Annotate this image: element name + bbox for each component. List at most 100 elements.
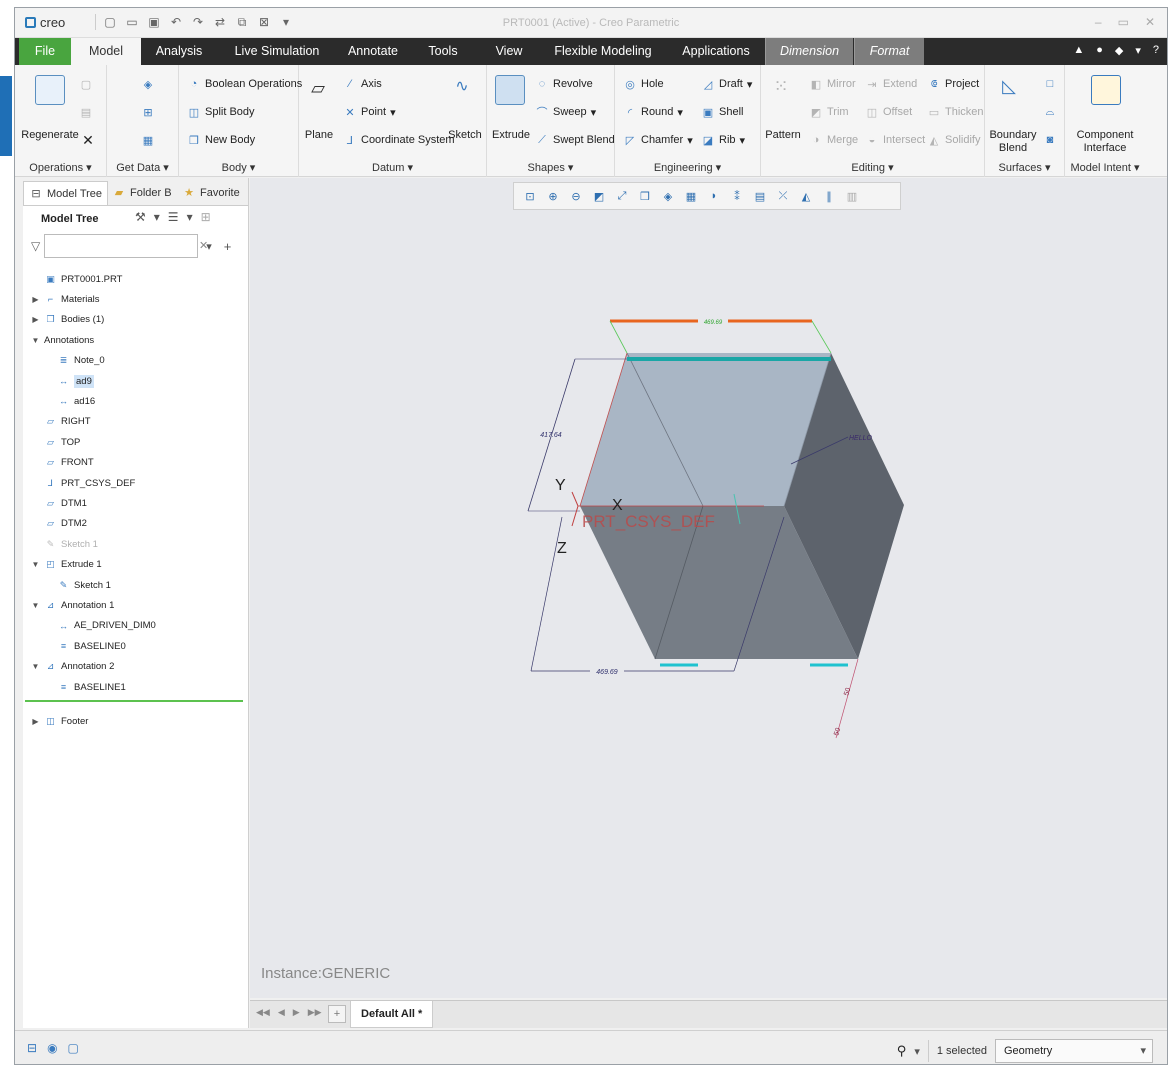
draft-button[interactable]: ◿ Draft ▾: [701, 77, 753, 91]
sketch-button[interactable]: Sketch: [445, 129, 485, 142]
find-icon[interactable]: ⚲: [897, 1043, 907, 1059]
tab-file[interactable]: File: [19, 38, 71, 65]
plane-button[interactable]: Plane: [303, 129, 335, 142]
boundary-blend-button[interactable]: Boundary Blend: [985, 129, 1041, 155]
tree-node[interactable]: ▶ ⌐ Materials: [31, 290, 99, 308]
split-body-button[interactable]: ◫ Split Body: [187, 105, 255, 119]
tab-analysis[interactable]: Analysis: [147, 38, 211, 65]
tree-node[interactable]: ▱ TOP: [31, 433, 80, 451]
tree-settings-dropdown-icon[interactable]: ▾: [154, 210, 160, 224]
chamfer-button[interactable]: ◸ Chamfer ▾: [623, 133, 693, 147]
first-tab-icon[interactable]: ◀◀: [256, 1007, 270, 1018]
round-button[interactable]: ◜ Round ▾: [623, 105, 683, 119]
help-icon[interactable]: ?: [1153, 44, 1159, 57]
thicken-button[interactable]: ▭ Thicken: [927, 105, 984, 119]
group-editing-label[interactable]: Editing ▾: [761, 161, 984, 174]
boolean-operations-button[interactable]: ◔ Boolean Operations: [187, 77, 303, 91]
expand-toggle-icon[interactable]: ▶: [31, 717, 40, 726]
learning-icon[interactable]: ◆: [1115, 44, 1123, 57]
point-button[interactable]: ✕ Point ▾: [343, 105, 395, 119]
tab-live-simulation[interactable]: Live Simulation: [227, 38, 327, 65]
tree-node[interactable]: ↔ ad16: [57, 392, 95, 410]
insert-here-marker[interactable]: [25, 700, 243, 702]
selection-filter-select[interactable]: Geometry: [995, 1039, 1153, 1063]
find-dropdown-icon[interactable]: ▾: [914, 1045, 920, 1058]
notification-icon[interactable]: ●: [1096, 44, 1103, 57]
group-body-label[interactable]: Body ▾: [179, 161, 298, 174]
options-dropdown-icon[interactable]: ▾: [1135, 44, 1141, 57]
rib-button[interactable]: ◪ Rib ▾: [701, 133, 745, 147]
group-model-intent-label[interactable]: Model Intent ▾: [1065, 161, 1145, 174]
rib-dropdown-icon[interactable]: ▾: [740, 134, 746, 147]
tab-default-all[interactable]: Default All *: [350, 1001, 434, 1028]
tree-node[interactable]: ▣ PRT0001.PRT: [31, 270, 122, 288]
expand-toggle-icon[interactable]: ▶: [31, 315, 40, 324]
tree-node[interactable]: ▼ Annotations: [31, 331, 95, 349]
copy-geometry-icon[interactable]: ⊞: [141, 105, 155, 119]
offset-button[interactable]: ◫ Offset: [865, 105, 912, 119]
tree-show-icon[interactable]: ☰: [168, 210, 179, 224]
mirror-button[interactable]: ◧ Mirror: [809, 77, 856, 91]
model-graphics[interactable]: 469.69 417.64 469.69 50 50 HELLO Y X Z P…: [250, 178, 1168, 998]
intersect-button[interactable]: ◒ Intersect: [865, 133, 926, 147]
collapse-ribbon-icon[interactable]: ▲: [1073, 44, 1084, 57]
add-filter-icon[interactable]: +: [224, 239, 232, 254]
tree-node[interactable]: ≡ BASELINE0: [57, 637, 126, 655]
last-tab-icon[interactable]: ▶▶: [308, 1007, 322, 1018]
group-engineering-label[interactable]: Engineering ▾: [615, 161, 760, 174]
style-icon[interactable]: ⌓: [1043, 105, 1057, 119]
expand-toggle-icon[interactable]: ▶: [31, 295, 40, 304]
tree-node[interactable]: ▶ ❒ Bodies (1): [31, 311, 104, 329]
group-datum-label[interactable]: Datum ▾: [299, 161, 486, 174]
tree-node[interactable]: ⅃ PRT_CSYS_DEF: [31, 474, 135, 492]
tab-model[interactable]: Model: [71, 38, 141, 65]
draft-dropdown-icon[interactable]: ▾: [747, 78, 753, 91]
round-dropdown-icon[interactable]: ▾: [677, 106, 683, 119]
tab-favorites[interactable]: ★ Favorite: [177, 181, 245, 205]
pattern-button[interactable]: Pattern: [761, 129, 805, 142]
merge-button[interactable]: ◑ Merge: [809, 133, 859, 147]
tab-format[interactable]: Format: [854, 38, 924, 65]
show-navigator-icon[interactable]: ⊟: [27, 1041, 37, 1055]
revolve-button[interactable]: ◌ Revolve: [535, 77, 593, 91]
component-interface-button[interactable]: Component Interface: [1067, 129, 1143, 155]
project-button[interactable]: ⟃ Project: [927, 77, 980, 91]
axis-button[interactable]: ⁄ Axis: [343, 77, 382, 91]
paste-icon[interactable]: ▤: [79, 105, 93, 119]
tree-node[interactable]: ✎ Sketch 1: [57, 576, 111, 594]
filter-icon[interactable]: ▽: [31, 239, 40, 253]
tree-settings-icon[interactable]: ⚒: [135, 210, 146, 224]
expand-toggle-icon[interactable]: ▼: [31, 601, 40, 610]
coordinate-system-button[interactable]: ⅃ Coordinate System: [343, 133, 455, 147]
hole-button[interactable]: ◎ Hole: [623, 77, 663, 91]
show-browser-icon[interactable]: ◉: [47, 1041, 57, 1055]
solidify-button[interactable]: ◭ Solidify: [927, 133, 981, 147]
clear-search-icon[interactable]: ✕: [199, 239, 208, 252]
expand-toggle-icon[interactable]: ▼: [31, 662, 40, 671]
tab-folder-browser[interactable]: ▰ Folder B: [107, 181, 177, 205]
tree-node[interactable]: ▶ ◫ Footer: [31, 712, 88, 730]
dim-right-value-b[interactable]: 50: [833, 727, 842, 737]
csys-name-label[interactable]: PRT_CSYS_DEF: [582, 512, 715, 531]
sweep-button[interactable]: ⌒ Sweep ▾: [535, 105, 597, 119]
swept-blend-button[interactable]: ⟋ Swept Blend: [535, 133, 615, 147]
note-hello[interactable]: HELLO: [849, 435, 873, 442]
delete-icon[interactable]: ✕: [81, 132, 95, 148]
tab-applications[interactable]: Applications: [679, 38, 753, 65]
tree-node[interactable]: ▼ ⊿ Annotation 1: [31, 596, 115, 614]
tree-node[interactable]: ▱ FRONT: [31, 454, 94, 472]
trim-button[interactable]: ◩ Trim: [809, 105, 849, 119]
next-tab-icon[interactable]: ▶: [293, 1007, 300, 1018]
tree-node[interactable]: ↔ ad9: [57, 372, 94, 390]
dim-right-value-a[interactable]: 50: [843, 687, 852, 697]
prev-tab-icon[interactable]: ◀: [278, 1007, 285, 1018]
dim-top-value[interactable]: 469.69: [704, 320, 723, 326]
chamfer-dropdown-icon[interactable]: ▾: [687, 134, 693, 147]
tree-node[interactable]: ▱ DTM2: [31, 515, 87, 533]
full-screen-icon[interactable]: ▢: [68, 1041, 79, 1055]
tab-view[interactable]: View: [489, 38, 529, 65]
extrude-button[interactable]: Extrude: [487, 129, 535, 142]
copy-icon[interactable]: ▢: [79, 77, 93, 91]
tab-annotate[interactable]: Annotate: [341, 38, 405, 65]
dim-left-value[interactable]: 417.64: [540, 432, 562, 439]
